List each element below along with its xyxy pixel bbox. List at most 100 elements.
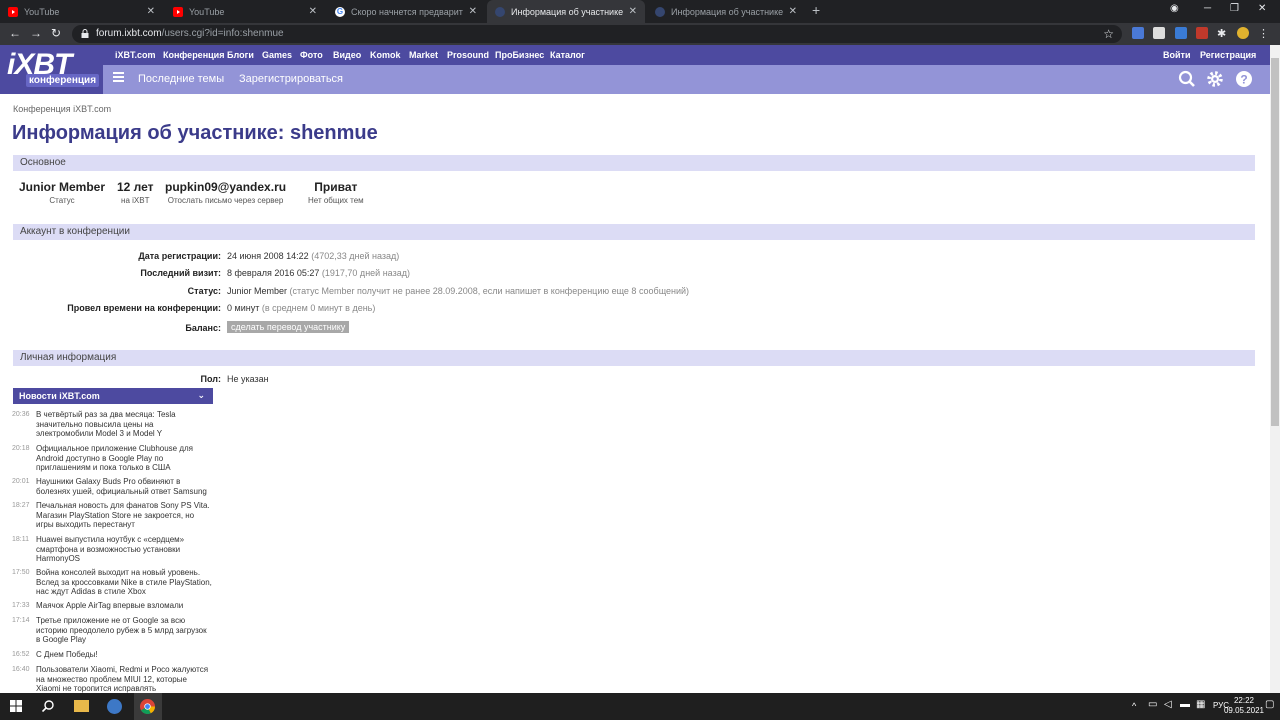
scrollbar-thumb[interactable] xyxy=(1271,58,1279,426)
ixbt-icon xyxy=(655,6,665,17)
reg-ago: (4702,33 дней назад) xyxy=(311,251,400,261)
time-spent: 0 минут xyxy=(227,303,260,313)
avatar[interactable] xyxy=(1237,27,1249,39)
extension-translate-icon[interactable] xyxy=(1132,27,1144,39)
latest-topics-link[interactable]: Последние темы xyxy=(138,73,224,85)
section-basic: Основное xyxy=(13,155,1255,171)
keyboard-icon[interactable]: ▦ xyxy=(1196,699,1205,710)
topnav-prosound[interactable]: Prosound xyxy=(447,50,489,60)
help-icon[interactable]: ? xyxy=(1235,70,1253,88)
stat-value[interactable]: pupkin09@yandex.ru xyxy=(165,180,286,194)
extensions-puzzle-icon[interactable]: ✱ xyxy=(1217,27,1229,40)
svg-text:?: ? xyxy=(1240,73,1247,87)
search-icon[interactable] xyxy=(42,700,54,712)
stat-value: Junior Member xyxy=(19,180,106,194)
forward-icon[interactable]: → xyxy=(30,26,42,40)
extension-icon[interactable] xyxy=(1196,27,1208,39)
close-icon[interactable]: ✕ xyxy=(309,6,317,17)
topnav-conference[interactable]: Конференция xyxy=(163,50,224,60)
stat-email[interactable]: pupkin09@yandex.ru Отослать письмо через… xyxy=(165,180,286,205)
browser-tab-ixbt[interactable]: Информация об участнике: she ✕ xyxy=(647,0,805,23)
news-headline[interactable]: Наушники Galaxy Buds Pro обвиняют в боле… xyxy=(36,477,212,496)
chrome-icon[interactable] xyxy=(140,699,155,714)
menu-dots-icon[interactable]: ⋮ xyxy=(1258,27,1270,40)
lock-icon xyxy=(81,29,89,38)
transfer-button[interactable]: сделать перевод участнику xyxy=(227,321,350,333)
news-headline[interactable]: Пользователи Xiaomi, Redmi и Poco жалуют… xyxy=(36,665,212,693)
topnav-komok[interactable]: Komok xyxy=(370,50,401,60)
taskbar-clock[interactable]: 22:22 09.05.2021 xyxy=(1224,696,1264,716)
gender-label: Пол: xyxy=(200,374,221,384)
news-headline[interactable]: С Днем Победы! xyxy=(36,650,212,660)
topnav-blogs[interactable]: Блоги xyxy=(227,50,254,60)
topnav-video[interactable]: Видео xyxy=(333,50,361,60)
search-icon[interactable] xyxy=(1178,70,1196,88)
youtube-icon xyxy=(173,6,183,17)
stat-label[interactable]: Отослать письмо через сервер xyxy=(165,196,286,205)
reload-icon[interactable]: ↻ xyxy=(51,26,61,40)
bookmark-star-icon[interactable]: ☆ xyxy=(1103,27,1114,41)
back-icon[interactable]: ← xyxy=(9,26,21,40)
close-icon[interactable]: ✕ xyxy=(469,6,477,17)
topnav-photo[interactable]: Фото xyxy=(300,50,323,60)
profile-icon[interactable]: ◉ xyxy=(1170,3,1179,14)
site-logo[interactable]: iXBT конференция xyxy=(0,45,103,94)
news-time: 20:01 xyxy=(12,478,30,485)
signup-link[interactable]: Зарегистрироваться xyxy=(239,73,343,85)
close-icon[interactable]: ✕ xyxy=(629,6,637,17)
chevron-down-icon[interactable]: ⌄ xyxy=(197,390,205,401)
browser-tab-youtube-2[interactable]: YouTube ✕ xyxy=(165,0,325,23)
register-link[interactable]: Регистрация xyxy=(1200,50,1256,60)
url-path: /users.cgi?id=info:shenmue xyxy=(161,28,284,39)
section-account: Аккаунт в конференции xyxy=(13,224,1255,240)
login-link[interactable]: Войти xyxy=(1163,50,1190,60)
hamburger-menu-icon[interactable] xyxy=(113,72,124,82)
new-tab-button[interactable]: + xyxy=(812,2,820,18)
news-headline[interactable]: Маячок Apple AirTag впервые взломали xyxy=(36,601,212,611)
gear-icon[interactable] xyxy=(1206,70,1224,88)
news-headline[interactable]: Печальная новость для фанатов Sony PS Vi… xyxy=(36,501,212,530)
google-icon: G xyxy=(335,6,345,17)
url-field[interactable]: forum.ixbt.com/users.cgi?id=info:shenmue… xyxy=(72,25,1122,43)
maximize-button[interactable]: ❐ xyxy=(1230,3,1239,14)
tab-title: YouTube xyxy=(189,6,225,17)
windows-start-icon[interactable] xyxy=(10,700,22,712)
browser-tab-youtube-1[interactable]: YouTube ✕ xyxy=(0,0,163,23)
telegram-icon[interactable] xyxy=(107,699,122,714)
topnav-probusiness[interactable]: ПроБизнес xyxy=(495,50,544,60)
browser-tab-active[interactable]: Информация об участнике: she ✕ xyxy=(487,0,645,23)
network-icon[interactable]: ▭ xyxy=(1148,699,1157,710)
browser-tab-bar: YouTube ✕ YouTube ✕ G Скоро начнется пре… xyxy=(0,0,1280,23)
battery-icon[interactable]: ▬ xyxy=(1180,699,1190,710)
news-time: 17:14 xyxy=(12,617,30,624)
news-header[interactable]: Новости iXBT.com ⌄ xyxy=(13,388,213,404)
news-time: 17:50 xyxy=(12,569,30,576)
volume-icon[interactable]: ◁ xyxy=(1164,699,1172,710)
balance-label: Баланс: xyxy=(185,323,221,333)
extension-icon[interactable] xyxy=(1175,27,1187,39)
topnav-catalog[interactable]: Каталог xyxy=(550,50,585,60)
browser-tab-google[interactable]: G Скоро начнется предварительн ✕ xyxy=(327,0,485,23)
close-window-button[interactable]: ✕ xyxy=(1258,3,1266,14)
url-text: forum.ixbt.com/users.cgi?id=info:shenmue xyxy=(96,28,284,39)
news-headline[interactable]: Война консолей выходит на новый уровень.… xyxy=(36,568,212,597)
tray-chevron-icon[interactable]: ^ xyxy=(1132,701,1136,711)
news-time: 20:18 xyxy=(12,445,30,452)
topnav-ixbt[interactable]: iXBT.com xyxy=(115,50,156,60)
news-headline[interactable]: В четвёртый раз за два месяца: Tesla зна… xyxy=(36,410,212,439)
logo-subtext: конференция xyxy=(26,74,100,87)
file-explorer-icon[interactable] xyxy=(74,700,89,712)
notifications-icon[interactable]: ▢ xyxy=(1265,699,1274,710)
reg-date: 24 июня 2008 14:22 xyxy=(227,251,309,261)
close-icon[interactable]: ✕ xyxy=(147,6,155,17)
news-headline[interactable]: Третье приложение не от Google за всю ис… xyxy=(36,616,212,645)
news-item[interactable]: 16:40 Пользователи Xiaomi, Redmi и Poco ж… xyxy=(12,665,212,693)
breadcrumb[interactable]: Конференция iXBT.com xyxy=(13,104,111,114)
news-headline[interactable]: Официальное приложение Clubhouse для And… xyxy=(36,444,212,473)
close-icon[interactable]: ✕ xyxy=(789,6,797,17)
extension-icon[interactable] xyxy=(1153,27,1165,39)
topnav-games[interactable]: Games xyxy=(262,50,292,60)
news-headline[interactable]: Huawei выпустила ноутбук с «сердцем» сма… xyxy=(36,535,212,564)
minimize-button[interactable]: ─ xyxy=(1204,3,1211,14)
topnav-market[interactable]: Market xyxy=(409,50,438,60)
